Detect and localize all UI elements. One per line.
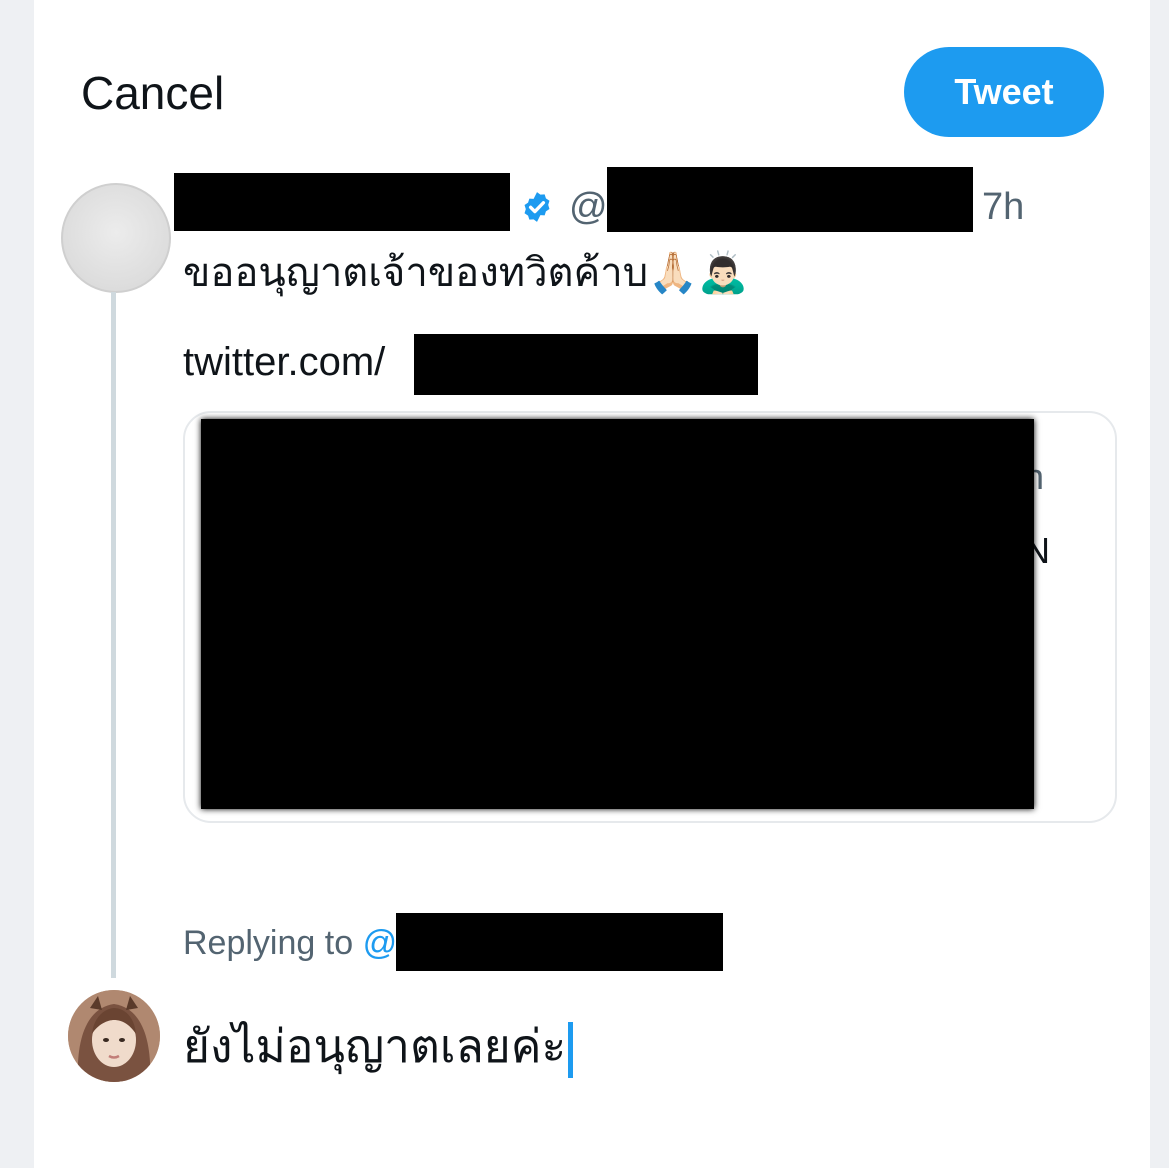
- redacted-link-path: [414, 334, 758, 395]
- original-author-avatar[interactable]: [61, 183, 171, 293]
- compose-sheet: Cancel Tweet @ 7h ขออนุญาตเจ้าของทวิตค้า…: [34, 0, 1150, 1168]
- redacted-reply-handle: [396, 913, 723, 971]
- verified-badge-icon: [524, 192, 550, 222]
- cancel-button[interactable]: Cancel: [81, 66, 224, 120]
- redacted-card-content: [201, 419, 1034, 809]
- thread-line: [111, 292, 116, 978]
- tweet-button[interactable]: Tweet: [904, 47, 1104, 137]
- redacted-display-name: [174, 173, 510, 231]
- tweet-time: 7h: [982, 186, 1025, 228]
- handle-at: @: [569, 186, 608, 228]
- original-tweet-text: ขออนุญาตเจ้าของทวิตค้าบ🙏🏻🙇🏻‍♂️: [183, 251, 748, 295]
- tweet-link[interactable]: twitter.com/: [183, 340, 385, 385]
- replying-to: Replying to @: [183, 924, 397, 963]
- reply-input-text: ยังไม่อนุญาตเลยค่ะ: [183, 1020, 567, 1072]
- replying-to-label: Replying to: [183, 924, 354, 962]
- reply-input[interactable]: ยังไม่อนุญาตเลยค่ะ: [183, 1010, 574, 1083]
- redacted-handle: [607, 167, 973, 232]
- text-caret: [568, 1021, 574, 1078]
- reply-handle[interactable]: @: [363, 924, 398, 962]
- avatar-image: [68, 990, 160, 1082]
- link-prefix: twitter.com/: [183, 340, 386, 384]
- user-avatar[interactable]: [68, 990, 160, 1082]
